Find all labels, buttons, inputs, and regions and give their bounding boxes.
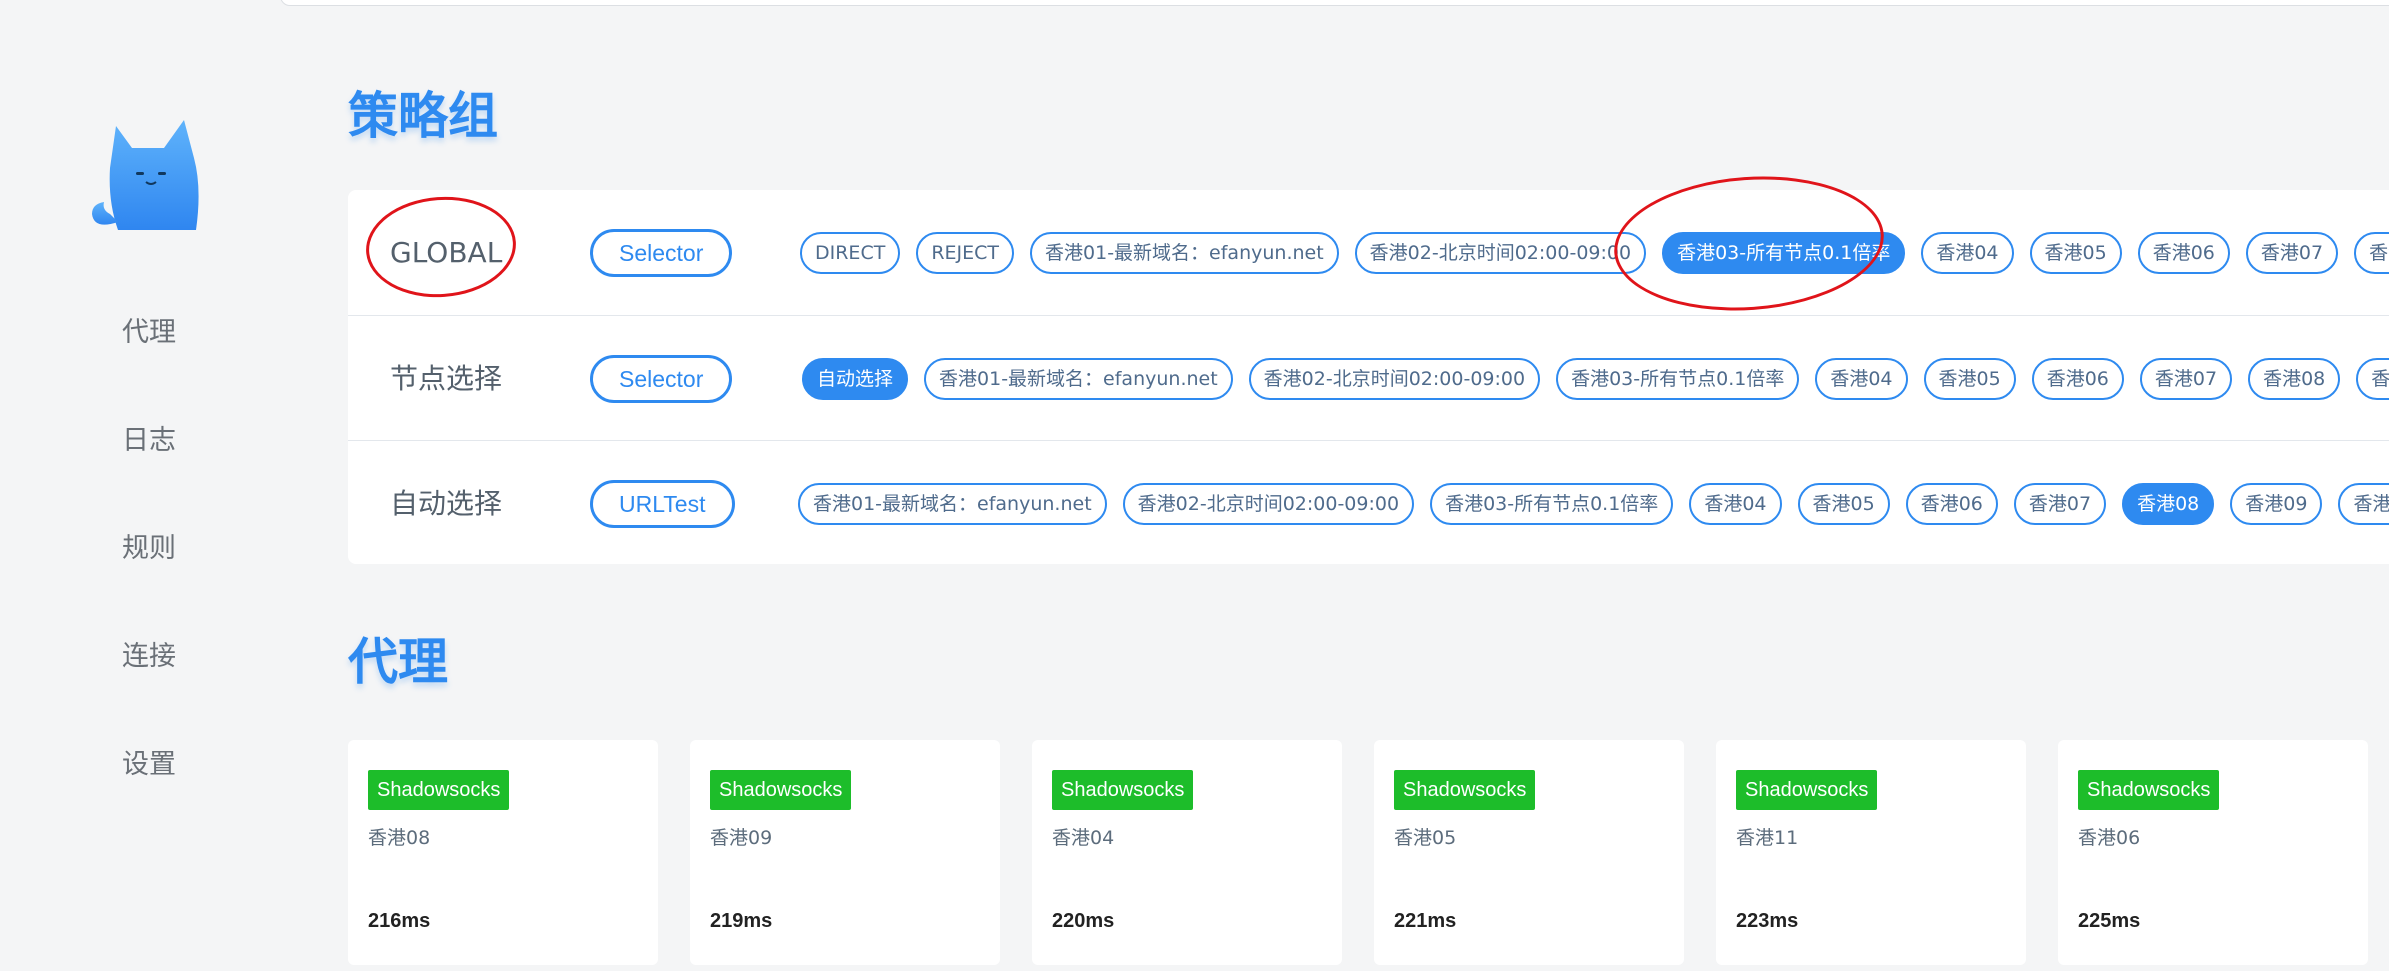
proxy-option[interactable]: 香港08 bbox=[2354, 231, 2389, 274]
proxy-cards: Shadowsocks 香港08 216ms Shadowsocks 香港09 219ms… bbox=[348, 740, 2389, 971]
proxy-delay: 223ms bbox=[1736, 910, 1799, 932]
policy-group-row: 节点选择 Selector 自动选择 香港01-最新域名：efanyun.net 香港0… bbox=[348, 315, 2389, 441]
proxy-type-badge: Shadowsocks bbox=[368, 770, 510, 810]
proxy-type-badge: Shadowsocks bbox=[710, 770, 852, 810]
sidebar-item-connections[interactable]: 连接 bbox=[29, 617, 269, 689]
proxy-option[interactable]: 香港07 bbox=[2245, 231, 2339, 274]
proxy-option[interactable]: 香港09 bbox=[2356, 357, 2389, 400]
proxy-option[interactable]: 香港01-最新域名：efanyun.net bbox=[924, 357, 1233, 400]
proxy-option[interactable]: 香港02-北京时间02:00-09:00 bbox=[1122, 482, 1415, 525]
proxy-option[interactable]: 香港05 bbox=[2029, 231, 2122, 274]
group-options: DIRECT REJECT 香港01-最新域名：efanyun.net 香港02-北京… bbox=[800, 190, 2389, 315]
proxy-name: 香港04 bbox=[1052, 827, 1115, 849]
proxy-card[interactable]: Shadowsocks 香港06 225ms bbox=[2058, 740, 2368, 965]
proxy-name: 香港11 bbox=[1736, 827, 1799, 849]
proxy-card[interactable]: Shadowsocks 香港04 220ms bbox=[1032, 740, 1342, 965]
proxy-name: 香港09 bbox=[710, 827, 773, 849]
sidebar: 代理 日志 规则 连接 设置 bbox=[0, 0, 300, 971]
proxy-card[interactable]: Shadowsocks 香港09 219ms bbox=[690, 740, 1000, 965]
proxy-option-selected[interactable]: 香港03-所有节点0.1倍率 bbox=[1662, 231, 1906, 274]
proxy-delay: 219ms bbox=[710, 910, 773, 932]
group-type-badge: URLTest bbox=[590, 480, 735, 528]
proxy-name: 香港06 bbox=[2078, 827, 2141, 849]
proxy-option[interactable]: 香港03-所有节点0.1倍率 bbox=[1556, 357, 1800, 400]
proxy-option[interactable]: 香港07 bbox=[2013, 482, 2107, 525]
proxy-option[interactable]: 香港03-所有节点0.1倍率 bbox=[1430, 482, 1674, 525]
proxy-option[interactable]: 香港01-最新域名：efanyun.net bbox=[798, 482, 1107, 525]
proxy-option-selected[interactable]: 香港08 bbox=[2122, 482, 2215, 525]
group-type-badge: Selector bbox=[590, 355, 733, 403]
proxy-delay: 220ms bbox=[1052, 910, 1115, 932]
group-options: 自动选择 香港01-最新域名：efanyun.net 香港02-北京时间02:00-… bbox=[802, 316, 2389, 441]
proxy-option[interactable]: 香港05 bbox=[1797, 482, 1890, 525]
proxy-option[interactable]: 香港07 bbox=[2139, 357, 2233, 400]
proxy-type-badge: Shadowsocks bbox=[1394, 770, 1536, 810]
proxy-section-title: 代理 bbox=[348, 633, 448, 691]
group-name: GLOBAL bbox=[390, 236, 503, 269]
proxy-option[interactable]: 香港05 bbox=[1923, 357, 2016, 400]
sidebar-item-rules[interactable]: 规则 bbox=[29, 509, 269, 581]
proxy-option[interactable]: 香港09 bbox=[2230, 482, 2323, 525]
cat-logo-icon bbox=[92, 120, 199, 230]
group-type-badge: Selector bbox=[590, 229, 733, 277]
proxy-type-badge: Shadowsocks bbox=[1052, 770, 1194, 810]
proxy-delay: 221ms bbox=[1394, 910, 1457, 932]
proxy-option[interactable]: 香港10 bbox=[2338, 482, 2389, 525]
policy-group-title: 策略组 bbox=[348, 87, 498, 145]
group-name: 自动选择 bbox=[390, 487, 503, 520]
proxy-option[interactable]: 香港04 bbox=[1689, 482, 1782, 525]
proxy-card[interactable]: Shadowsocks 香港08 216ms bbox=[348, 740, 658, 965]
proxy-delay: 216ms bbox=[368, 910, 431, 932]
proxy-type-badge: Shadowsocks bbox=[2078, 770, 2220, 810]
sidebar-item-settings[interactable]: 设置 bbox=[29, 725, 269, 797]
proxy-name: 香港05 bbox=[1394, 827, 1457, 849]
proxy-option[interactable]: 香港06 bbox=[1905, 482, 1998, 525]
proxy-option[interactable]: REJECT bbox=[916, 231, 1015, 274]
proxy-type-badge: Shadowsocks bbox=[1736, 770, 1878, 810]
policy-group-row: GLOBAL Selector DIRECT REJECT 香港01-最新域名：efan… bbox=[348, 190, 2389, 315]
proxy-option[interactable]: 香港06 bbox=[2031, 357, 2124, 400]
top-input-bar bbox=[280, 0, 2389, 6]
proxy-option[interactable]: 香港02-北京时间02:00-09:00 bbox=[1248, 357, 1541, 400]
proxy-option[interactable]: 香港06 bbox=[2137, 231, 2230, 274]
proxy-option[interactable]: 香港04 bbox=[1921, 231, 2014, 274]
proxy-option[interactable]: 香港04 bbox=[1815, 357, 1908, 400]
proxy-delay: 225ms bbox=[2078, 910, 2141, 932]
sidebar-item-proxy[interactable]: 代理 bbox=[29, 293, 269, 365]
proxy-name: 香港08 bbox=[368, 827, 431, 849]
sidebar-item-logs[interactable]: 日志 bbox=[29, 401, 269, 473]
proxy-card[interactable]: Shadowsocks 香港11 223ms bbox=[1716, 740, 2026, 965]
group-name: 节点选择 bbox=[390, 362, 503, 395]
proxy-option[interactable]: DIRECT bbox=[800, 231, 901, 274]
proxy-option[interactable]: 香港08 bbox=[2248, 357, 2341, 400]
policy-groups-panel: GLOBAL Selector DIRECT REJECT 香港01-最新域名：efan… bbox=[348, 190, 2389, 564]
proxy-option[interactable]: 香港02-北京时间02:00-09:00 bbox=[1354, 231, 1647, 274]
proxy-card[interactable]: Shadowsocks 香港05 221ms bbox=[1374, 740, 1684, 965]
group-options: 香港01-最新域名：efanyun.net 香港02-北京时间02:00-09:0… bbox=[798, 441, 2389, 566]
policy-group-row: 自动选择 URLTest 香港01-最新域名：efanyun.net 香港02-北京时… bbox=[348, 440, 2389, 566]
proxy-option-selected[interactable]: 自动选择 bbox=[802, 357, 909, 400]
proxy-option[interactable]: 香港01-最新域名：efanyun.net bbox=[1030, 231, 1339, 274]
